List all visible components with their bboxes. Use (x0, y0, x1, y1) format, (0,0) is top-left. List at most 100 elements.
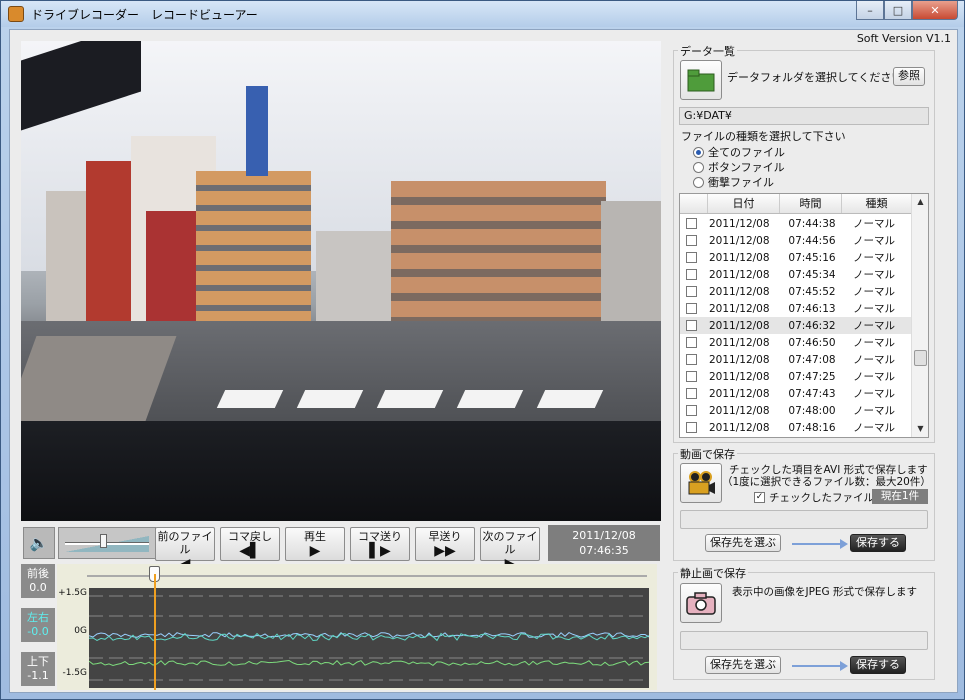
file-list[interactable]: 日付 時間 種類 2011/12/08 07:44:38 ノーマル 2011/12/0… (679, 193, 929, 438)
frame-back-button[interactable]: コマ戻し ◀▌ (220, 527, 280, 561)
table-row[interactable]: 2011/12/08 07:44:38 ノーマル (680, 215, 912, 232)
app-icon (8, 6, 24, 22)
row-date: 2011/12/08 (709, 387, 770, 400)
radio-impact-files[interactable]: 衝撃ファイル (693, 174, 774, 190)
row-type: ノーマル (853, 286, 895, 298)
play-icon: ▶ (309, 543, 321, 559)
row-date: 2011/12/08 (709, 251, 770, 264)
timestamp-date: 2011/12/08 (572, 529, 636, 542)
row-checkbox[interactable] (686, 354, 697, 365)
still-choose-destination-button[interactable]: 保存先を選ぶ (705, 656, 781, 674)
folder-path-field: G:¥DAT¥ (679, 107, 929, 125)
speaker-icon[interactable]: 🔈 (23, 527, 55, 559)
row-type: ノーマル (853, 371, 895, 383)
row-checkbox[interactable] (686, 218, 697, 229)
row-time: 07:45:52 (788, 285, 836, 298)
table-row[interactable]: 2011/12/08 07:46:13 ノーマル (680, 300, 912, 317)
fast-forward-button[interactable]: 早送り ▶▶ (415, 527, 475, 561)
playhead-line (154, 574, 157, 690)
row-date: 2011/12/08 (709, 336, 770, 349)
browse-button[interactable]: 参照 (893, 67, 925, 86)
row-date: 2011/12/08 (709, 421, 770, 434)
row-checkbox[interactable] (686, 337, 697, 348)
row-date: 2011/12/08 (709, 234, 770, 247)
table-row[interactable]: 2011/12/08 07:48:00 ノーマル (680, 402, 912, 419)
y-label-top: +1.5G (58, 588, 87, 598)
file-list-header: 日付 時間 種類 (680, 194, 912, 214)
radio-all-files[interactable]: 全てのファイル (693, 144, 785, 160)
seek-bar[interactable] (87, 575, 647, 577)
row-checkbox[interactable] (686, 235, 697, 246)
still-save-button[interactable]: 保存する (850, 656, 906, 674)
row-checkbox[interactable] (686, 303, 697, 314)
maximize-button[interactable]: □ (884, 1, 912, 20)
table-row[interactable]: 2011/12/08 07:46:50 ノーマル (680, 334, 912, 351)
row-checkbox[interactable] (686, 286, 697, 297)
table-row[interactable]: 2011/12/08 07:48:16 ノーマル (680, 419, 912, 436)
next-file-button[interactable]: 次のファイル▶ (480, 527, 540, 572)
row-checkbox[interactable] (686, 405, 697, 416)
row-type: ノーマル (853, 218, 895, 230)
video-save-icon-button[interactable] (680, 463, 722, 503)
row-checkbox[interactable] (686, 269, 697, 280)
scroll-down-icon[interactable]: ▼ (912, 421, 928, 437)
table-row[interactable]: 2011/12/08 07:46:32 ノーマル (680, 317, 912, 334)
scroll-up-icon[interactable]: ▲ (912, 194, 928, 210)
table-row[interactable]: 2011/12/08 07:47:25 ノーマル (680, 368, 912, 385)
video-save-button[interactable]: 保存する (850, 534, 906, 552)
row-type: ノーマル (853, 354, 895, 366)
row-checkbox[interactable] (686, 320, 697, 331)
row-checkbox[interactable] (686, 422, 697, 433)
row-time: 07:45:16 (788, 251, 836, 264)
table-row[interactable]: 2011/12/08 07:44:56 ノーマル (680, 232, 912, 249)
film-camera-icon (688, 471, 715, 495)
table-row[interactable]: 2011/12/08 07:45:52 ノーマル (680, 283, 912, 300)
minimize-button[interactable]: – (856, 1, 884, 20)
row-date: 2011/12/08 (709, 302, 770, 315)
gauge-left-right: 左右 -0.0 (21, 608, 55, 642)
title-bar[interactable]: ドライブレコーダー レコードビューアー – □ ✕ (1, 1, 964, 27)
row-type: ノーマル (853, 303, 895, 315)
frame-forward-button[interactable]: コマ送り ▌▶ (350, 527, 410, 561)
graph-lines (88, 595, 650, 681)
row-date: 2011/12/08 (709, 404, 770, 417)
row-time: 07:48:16 (788, 421, 836, 434)
col-type[interactable]: 種類 (842, 194, 912, 213)
table-row[interactable]: 2011/12/08 07:47:08 ノーマル (680, 351, 912, 368)
prev-file-button[interactable]: 前のファイル◀ (155, 527, 215, 572)
row-checkbox[interactable] (686, 388, 697, 399)
video-choose-destination-button[interactable]: 保存先を選ぶ (705, 534, 781, 552)
row-date: 2011/12/08 (709, 319, 770, 332)
table-row[interactable]: 2011/12/08 07:47:43 ノーマル (680, 385, 912, 402)
timestamp-time: 07:46:35 (579, 544, 629, 557)
row-type: ノーマル (853, 422, 895, 434)
row-checkbox[interactable] (686, 252, 697, 263)
app-window: ドライブレコーダー レコードビューアー – □ ✕ Soft Version V… (0, 0, 965, 700)
still-save-progress (680, 631, 928, 650)
volume-slider-thumb[interactable] (99, 534, 107, 548)
col-date[interactable]: 日付 (708, 194, 780, 213)
radio-button-files[interactable]: ボタンファイル (693, 159, 785, 175)
still-save-icon-button[interactable] (680, 583, 722, 623)
radio-icon (693, 176, 704, 188)
row-checkbox[interactable] (686, 371, 697, 382)
row-date: 2011/12/08 (709, 285, 770, 298)
g-sensor-graph[interactable]: +1.5G 0G -1.5G (57, 564, 657, 690)
checkbox-checked-icon[interactable]: ✓ (754, 492, 765, 503)
row-date: 2011/12/08 (709, 217, 770, 230)
volume-slider[interactable] (58, 527, 156, 559)
row-time: 07:47:08 (788, 353, 836, 366)
version-label: Soft Version V1.1 (856, 32, 951, 45)
file-list-scrollbar[interactable]: ▲ ▼ (911, 194, 928, 437)
play-button[interactable]: 再生 ▶ (285, 527, 345, 561)
table-row[interactable]: 2011/12/08 07:45:34 ノーマル (680, 266, 912, 283)
step-back-icon: ◀▌ (239, 543, 261, 559)
col-time[interactable]: 時間 (780, 194, 842, 213)
close-button[interactable]: ✕ (912, 1, 958, 20)
checked-count-label: ✓ チェックしたファイル数 (754, 492, 885, 504)
table-row[interactable]: 2011/12/08 07:45:16 ノーマル (680, 249, 912, 266)
folder-button[interactable] (680, 60, 722, 100)
row-type: ノーマル (853, 337, 895, 349)
window-title: ドライブレコーダー レコードビューアー (31, 8, 258, 22)
scroll-thumb[interactable] (914, 350, 927, 366)
